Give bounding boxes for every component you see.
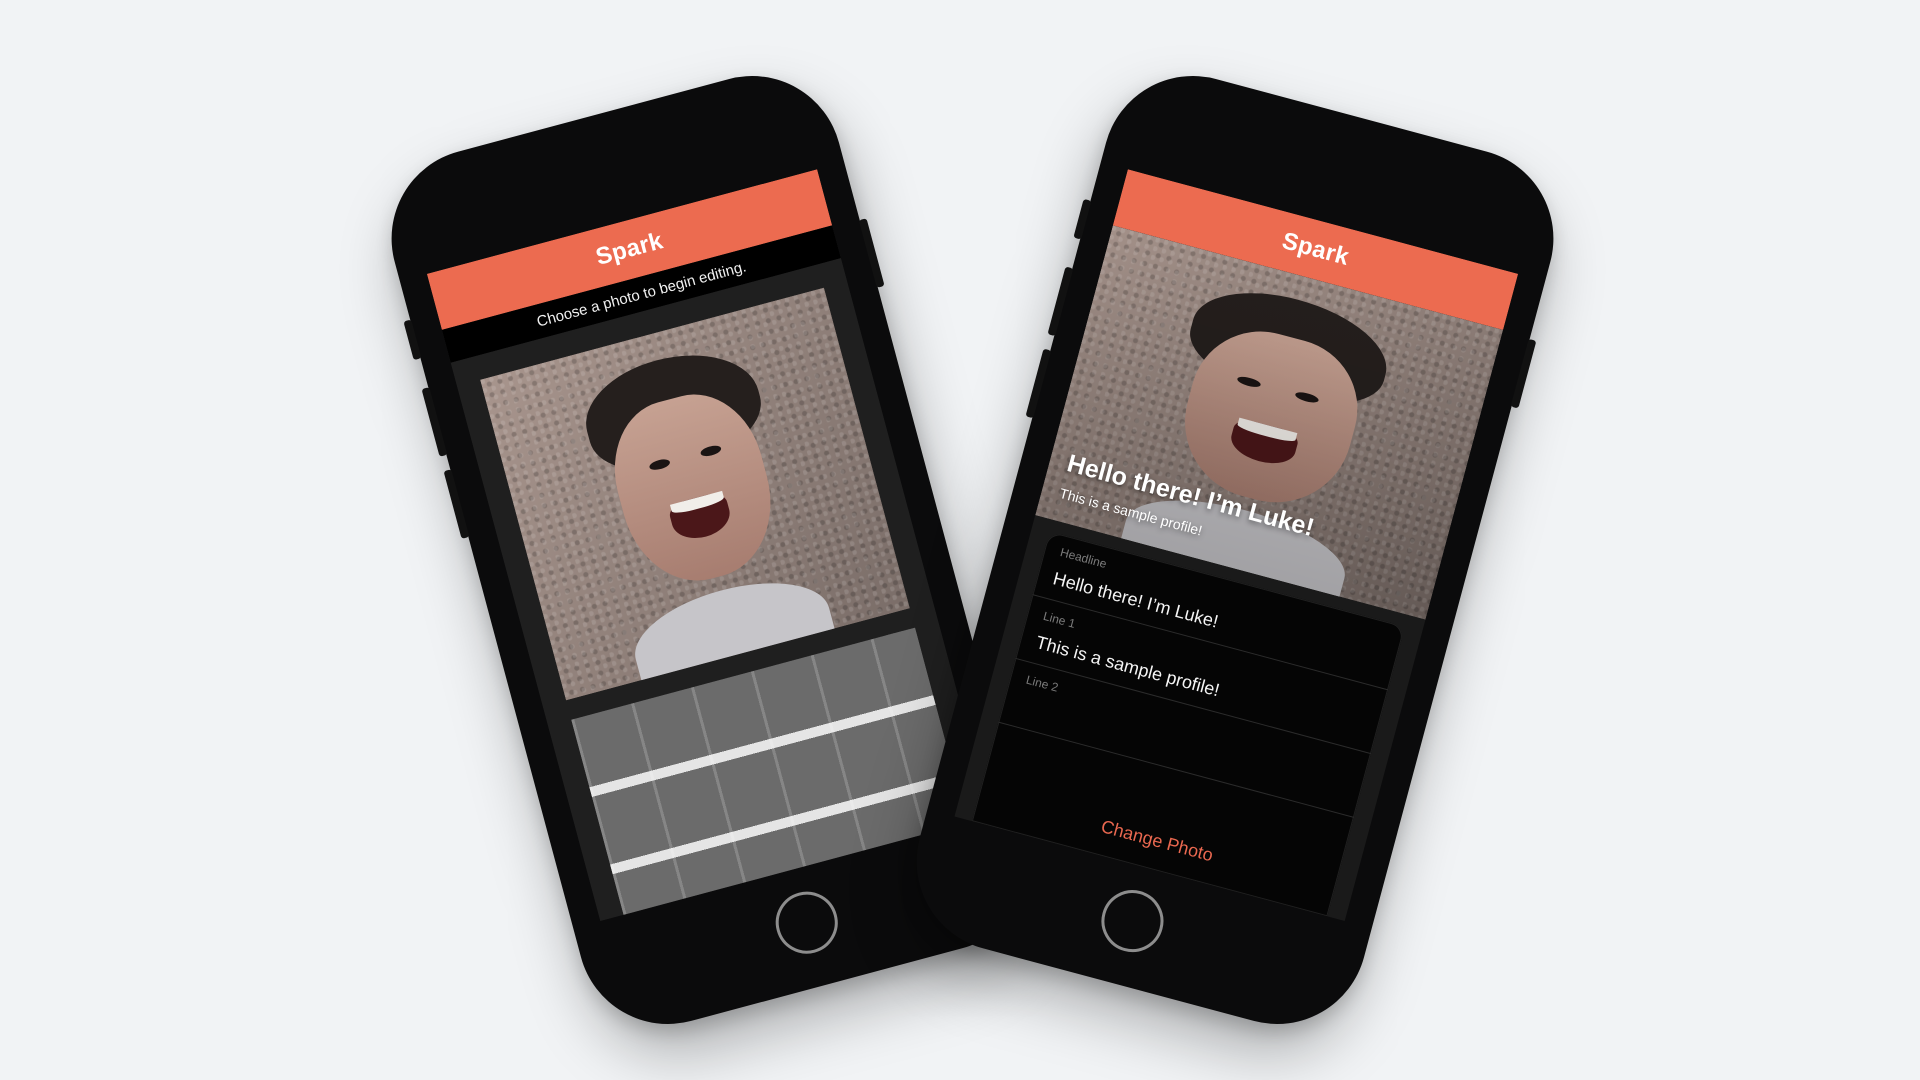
phone-right: Spark Hello there! I’m Luke! This is a s…: [896, 55, 1574, 1045]
app-title: Spark: [1279, 227, 1353, 271]
left-eye: [648, 457, 671, 472]
photo-grid: [450, 258, 991, 922]
home-button-left[interactable]: [768, 884, 845, 961]
mute-switch: [403, 319, 422, 361]
right-eye: [699, 443, 722, 458]
mute-switch: [1073, 198, 1092, 240]
home-button-right[interactable]: [1094, 883, 1171, 960]
phone-screen-right: Spark Hello there! I’m Luke! This is a s…: [954, 169, 1519, 922]
smiling-mouth: [667, 489, 735, 545]
change-photo-button[interactable]: Change Photo: [977, 783, 1338, 899]
volume-up-button: [1047, 266, 1074, 337]
volume-up-button: [421, 387, 448, 457]
phone-screen-left: Spark Choose a photo to begin editing.: [426, 169, 991, 922]
showcase-stage: Spark Choose a photo to begin editing. S…: [0, 0, 1920, 1080]
teeth: [670, 490, 725, 516]
power-button: [1510, 338, 1537, 409]
volume-down-button: [1025, 348, 1052, 419]
photo-tile-portrait[interactable]: [480, 287, 910, 701]
app-title: Spark: [592, 227, 666, 271]
power-button: [858, 218, 885, 288]
volume-down-button: [443, 469, 470, 539]
